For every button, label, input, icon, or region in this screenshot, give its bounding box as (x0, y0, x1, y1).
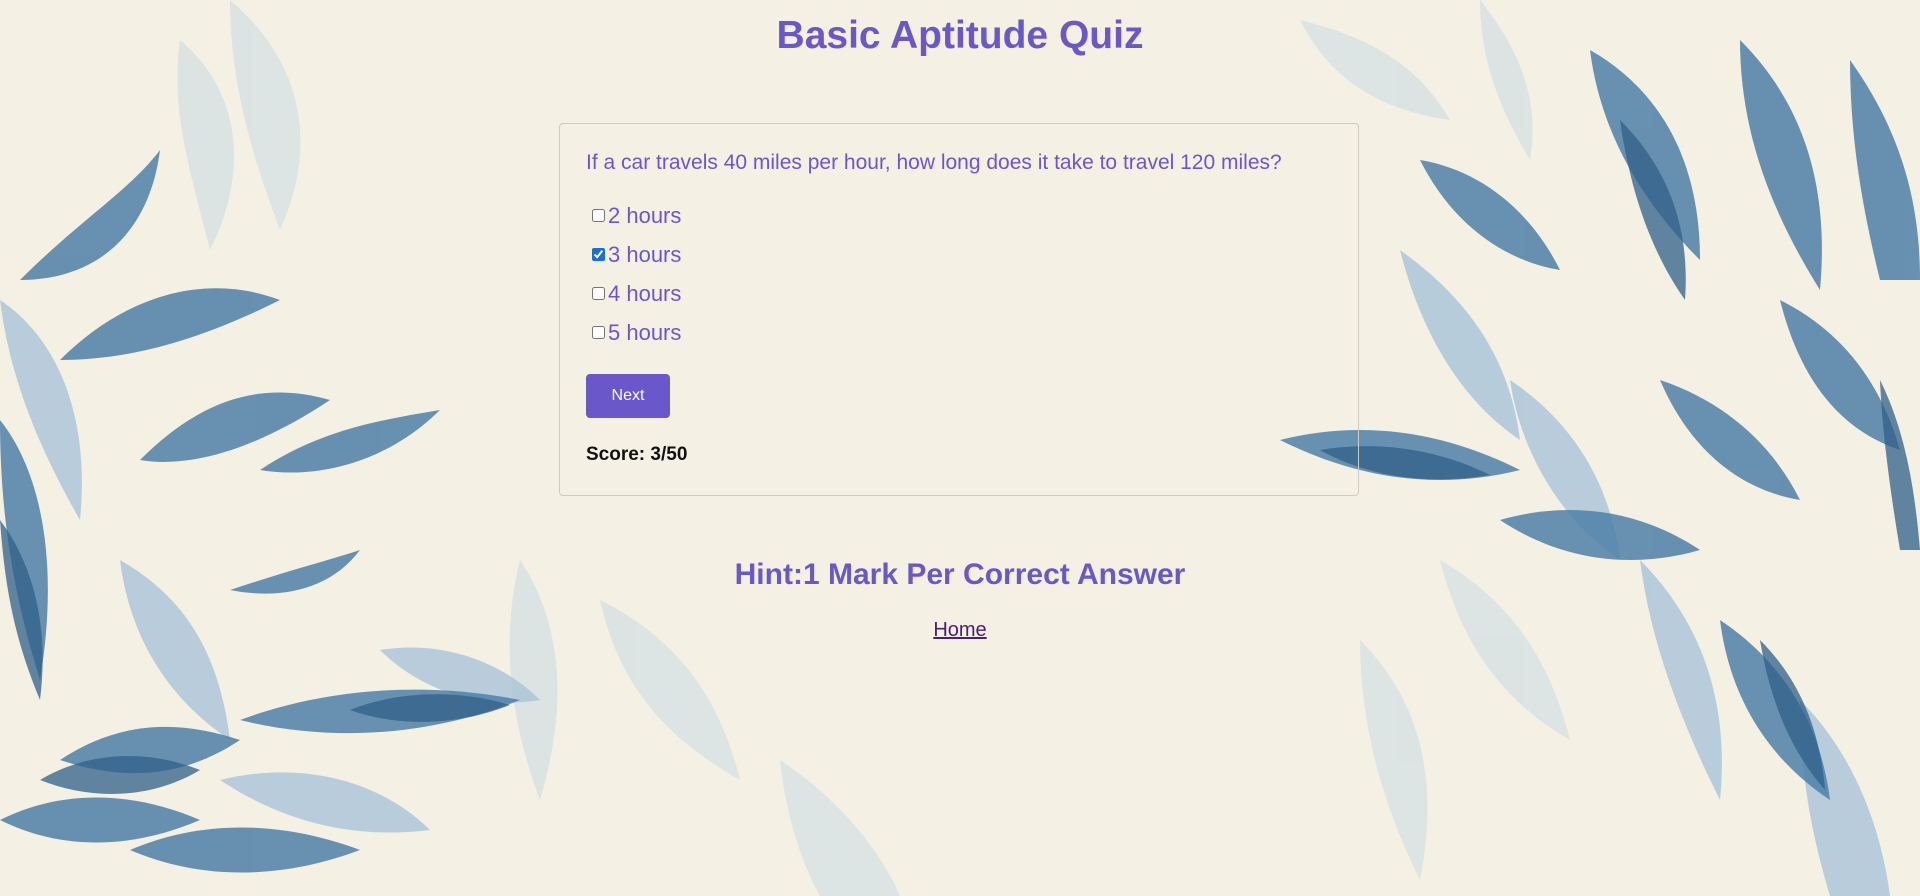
answer-options: 2 hours 3 hours 4 hours 5 hours (586, 196, 1332, 352)
home-link[interactable]: Home (933, 619, 986, 641)
answer-checkbox-4[interactable] (592, 326, 605, 339)
score-text: Score: 3/50 (586, 444, 688, 465)
answer-option-2[interactable]: 3 hours (586, 235, 1332, 274)
answer-option-1[interactable]: 2 hours (586, 196, 1332, 235)
quiz-card: If a car travels 40 miles per hour, how … (559, 123, 1359, 496)
hint-text: Hint:1 Mark Per Correct Answer (734, 558, 1186, 591)
page-title: Basic Aptitude Quiz (776, 14, 1144, 57)
answer-option-3[interactable]: 4 hours (586, 274, 1332, 313)
answer-label-1[interactable]: 2 hours (608, 203, 681, 229)
answer-label-2[interactable]: 3 hours (608, 242, 681, 268)
answer-checkbox-2[interactable] (592, 248, 605, 261)
next-button[interactable]: Next (586, 374, 670, 418)
page: Basic Aptitude Quiz If a car travels 40 … (0, 0, 1920, 896)
answer-checkbox-1[interactable] (592, 209, 605, 222)
answer-checkbox-3[interactable] (592, 287, 605, 300)
home-link-container: Home (0, 619, 1920, 642)
question-text: If a car travels 40 miles per hour, how … (586, 151, 1282, 174)
answer-label-4[interactable]: 5 hours (608, 320, 681, 346)
answer-label-3[interactable]: 4 hours (608, 281, 681, 307)
answer-option-4[interactable]: 5 hours (586, 313, 1332, 352)
